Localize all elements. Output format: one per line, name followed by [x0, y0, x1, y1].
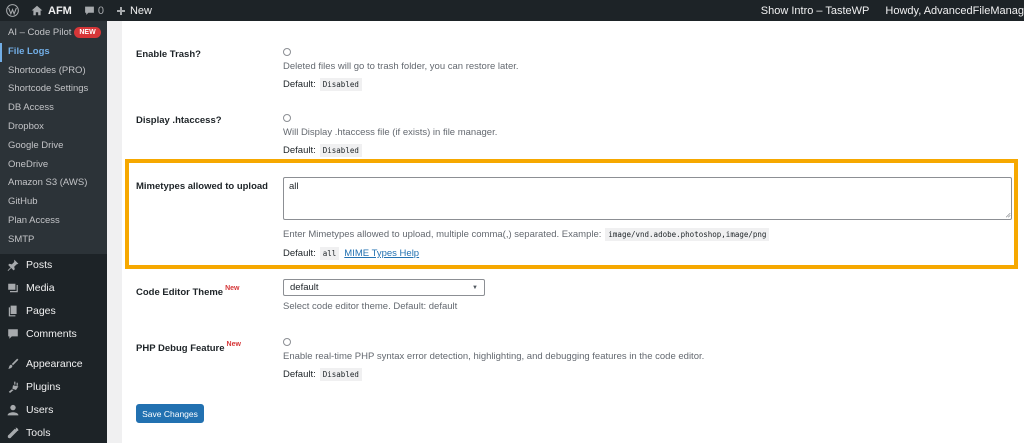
user-icon	[7, 404, 19, 416]
site-name: AFM	[48, 4, 72, 17]
sidebar-item-ai-code-pilot[interactable]: AI – Code Pilot NEW	[0, 24, 107, 43]
enable-trash-checkbox[interactable]	[283, 48, 291, 56]
selected-value: default	[290, 282, 319, 293]
sidebar-item-label: AI – Code Pilot	[8, 27, 72, 38]
label-text: PHP Debug Feature	[136, 343, 225, 354]
display-htaccess-checkbox[interactable]	[283, 114, 291, 122]
sidebar-item-plugins[interactable]: Plugins	[0, 376, 107, 399]
admin-sidebar: AI – Code Pilot NEW File Logs Shortcodes …	[0, 21, 107, 443]
chevron-down-icon: ▼	[472, 284, 478, 291]
sidebar-item-github[interactable]: GitHub	[0, 193, 107, 212]
default-label: Default:	[283, 145, 316, 156]
php-debug-checkbox[interactable]	[283, 338, 291, 346]
sidebar-item-shortcode-settings[interactable]: Shortcode Settings	[0, 80, 107, 99]
setting-description: Enable real-time PHP syntax error detect…	[283, 351, 705, 362]
default-code: Disabled	[319, 144, 362, 157]
sidebar-item-label: Users	[26, 404, 54, 417]
sidebar-item-db-access[interactable]: DB Access	[0, 99, 107, 118]
wrench-icon	[7, 427, 19, 439]
sidebar-item-media[interactable]: Media	[0, 277, 107, 300]
show-intro-link[interactable]: Show Intro – TasteWP	[755, 0, 880, 21]
sidebar-item-shortcodes-pro[interactable]: Shortcodes (PRO)	[0, 62, 107, 81]
sidebar-item-appearance[interactable]: Appearance	[0, 353, 107, 376]
new-label: New	[129, 4, 152, 17]
default-value: Default: Disabled	[283, 368, 1013, 381]
setting-description: Enter Mimetypes allowed to upload, multi…	[283, 228, 1013, 241]
sidebar-item-users[interactable]: Users	[0, 399, 107, 422]
sidebar-item-label: Media	[26, 282, 55, 295]
sidebar-item-google-drive[interactable]: Google Drive	[0, 137, 107, 156]
mime-types-help-link[interactable]: MIME Types Help	[344, 248, 419, 259]
brush-icon	[8, 358, 19, 369]
media-icon	[8, 283, 18, 293]
new-content-menu[interactable]: New	[110, 0, 158, 21]
sidebar-item-label: Plugins	[26, 381, 61, 394]
setting-label: Display .htaccess?	[136, 115, 222, 126]
sidebar-item-label: Pages	[26, 305, 56, 318]
settings-content: Enable Trash? Deleted files will go to t…	[122, 21, 1024, 443]
menu-separator	[0, 346, 107, 353]
sidebar-item-amazon-s3[interactable]: Amazon S3 (AWS)	[0, 174, 107, 193]
mimetypes-textarea[interactable]: all	[283, 177, 1012, 220]
admin-bar: AFM 0 New Show Intro – TasteWP Howdy, Ad…	[0, 0, 1024, 21]
default-code: Disabled	[319, 368, 362, 381]
sidebar-item-dropbox[interactable]: Dropbox	[0, 118, 107, 137]
save-changes-button[interactable]: Save Changes	[136, 404, 204, 423]
setting-label: Enable Trash?	[136, 49, 201, 60]
new-tag: New	[226, 341, 241, 348]
default-value: Default: all MIME Types Help	[283, 247, 1013, 260]
account-menu[interactable]: Howdy, AdvancedFileManag	[879, 0, 1024, 21]
sidebar-item-label: Posts	[26, 259, 53, 272]
plus-icon	[116, 6, 125, 15]
default-value: Default: Disabled	[283, 78, 1013, 91]
pin-icon	[7, 259, 19, 272]
setting-description: Select code editor theme. Default: defau…	[283, 301, 458, 312]
plug-icon	[8, 381, 19, 394]
sidebar-item-posts[interactable]: Posts	[0, 254, 107, 277]
setting-description: Deleted files will go to trash folder, y…	[283, 61, 519, 72]
sidebar-item-pages[interactable]: Pages	[0, 300, 107, 323]
sidebar-item-label: Tools	[26, 427, 51, 440]
setting-label: Mimetypes allowed to upload	[136, 181, 268, 192]
resize-grip-icon[interactable]	[1004, 211, 1011, 218]
new-badge: NEW	[74, 27, 101, 38]
description-text: Enter Mimetypes allowed to upload, multi…	[283, 229, 602, 240]
sidebar-item-onedrive[interactable]: OneDrive	[0, 156, 107, 175]
default-label: Default:	[283, 369, 316, 380]
sidebar-item-plan-access[interactable]: Plan Access	[0, 212, 107, 231]
sidebar-item-label: Comments	[26, 328, 77, 341]
setting-label: Code Editor Theme New	[136, 285, 240, 298]
editor-theme-select[interactable]: default ▼	[283, 279, 485, 296]
default-code: all	[319, 247, 340, 260]
default-label: Default:	[283, 79, 316, 90]
setting-label: PHP Debug Feature New	[136, 341, 241, 354]
site-name-menu[interactable]: AFM	[25, 0, 78, 21]
example-code: image/vnd.adobe.photoshop,image/png	[605, 228, 770, 241]
comments-menu[interactable]: 0	[78, 0, 110, 21]
new-tag: New	[225, 285, 240, 292]
label-text: Code Editor Theme	[136, 287, 224, 298]
setting-description: Will Display .htaccess file (if exists) …	[283, 127, 498, 138]
comments-count: 0	[97, 4, 104, 17]
pages-icon	[8, 305, 17, 317]
wordpress-logo-icon[interactable]	[0, 0, 25, 21]
sidebar-item-smtp[interactable]: SMTP	[0, 231, 107, 250]
default-code: Disabled	[319, 78, 362, 91]
comment-icon	[8, 329, 18, 339]
comment-icon	[84, 6, 94, 15]
default-value: Default: Disabled	[283, 144, 1013, 157]
home-icon	[31, 5, 43, 16]
sidebar-item-file-logs[interactable]: File Logs	[0, 42, 107, 62]
sidebar-item-comments[interactable]: Comments	[0, 323, 107, 346]
default-label: Default:	[283, 248, 316, 259]
sidebar-item-label: Appearance	[26, 358, 83, 371]
plugin-submenu: AI – Code Pilot NEW File Logs Shortcodes …	[0, 21, 107, 254]
sidebar-item-tools[interactable]: Tools	[0, 422, 107, 443]
